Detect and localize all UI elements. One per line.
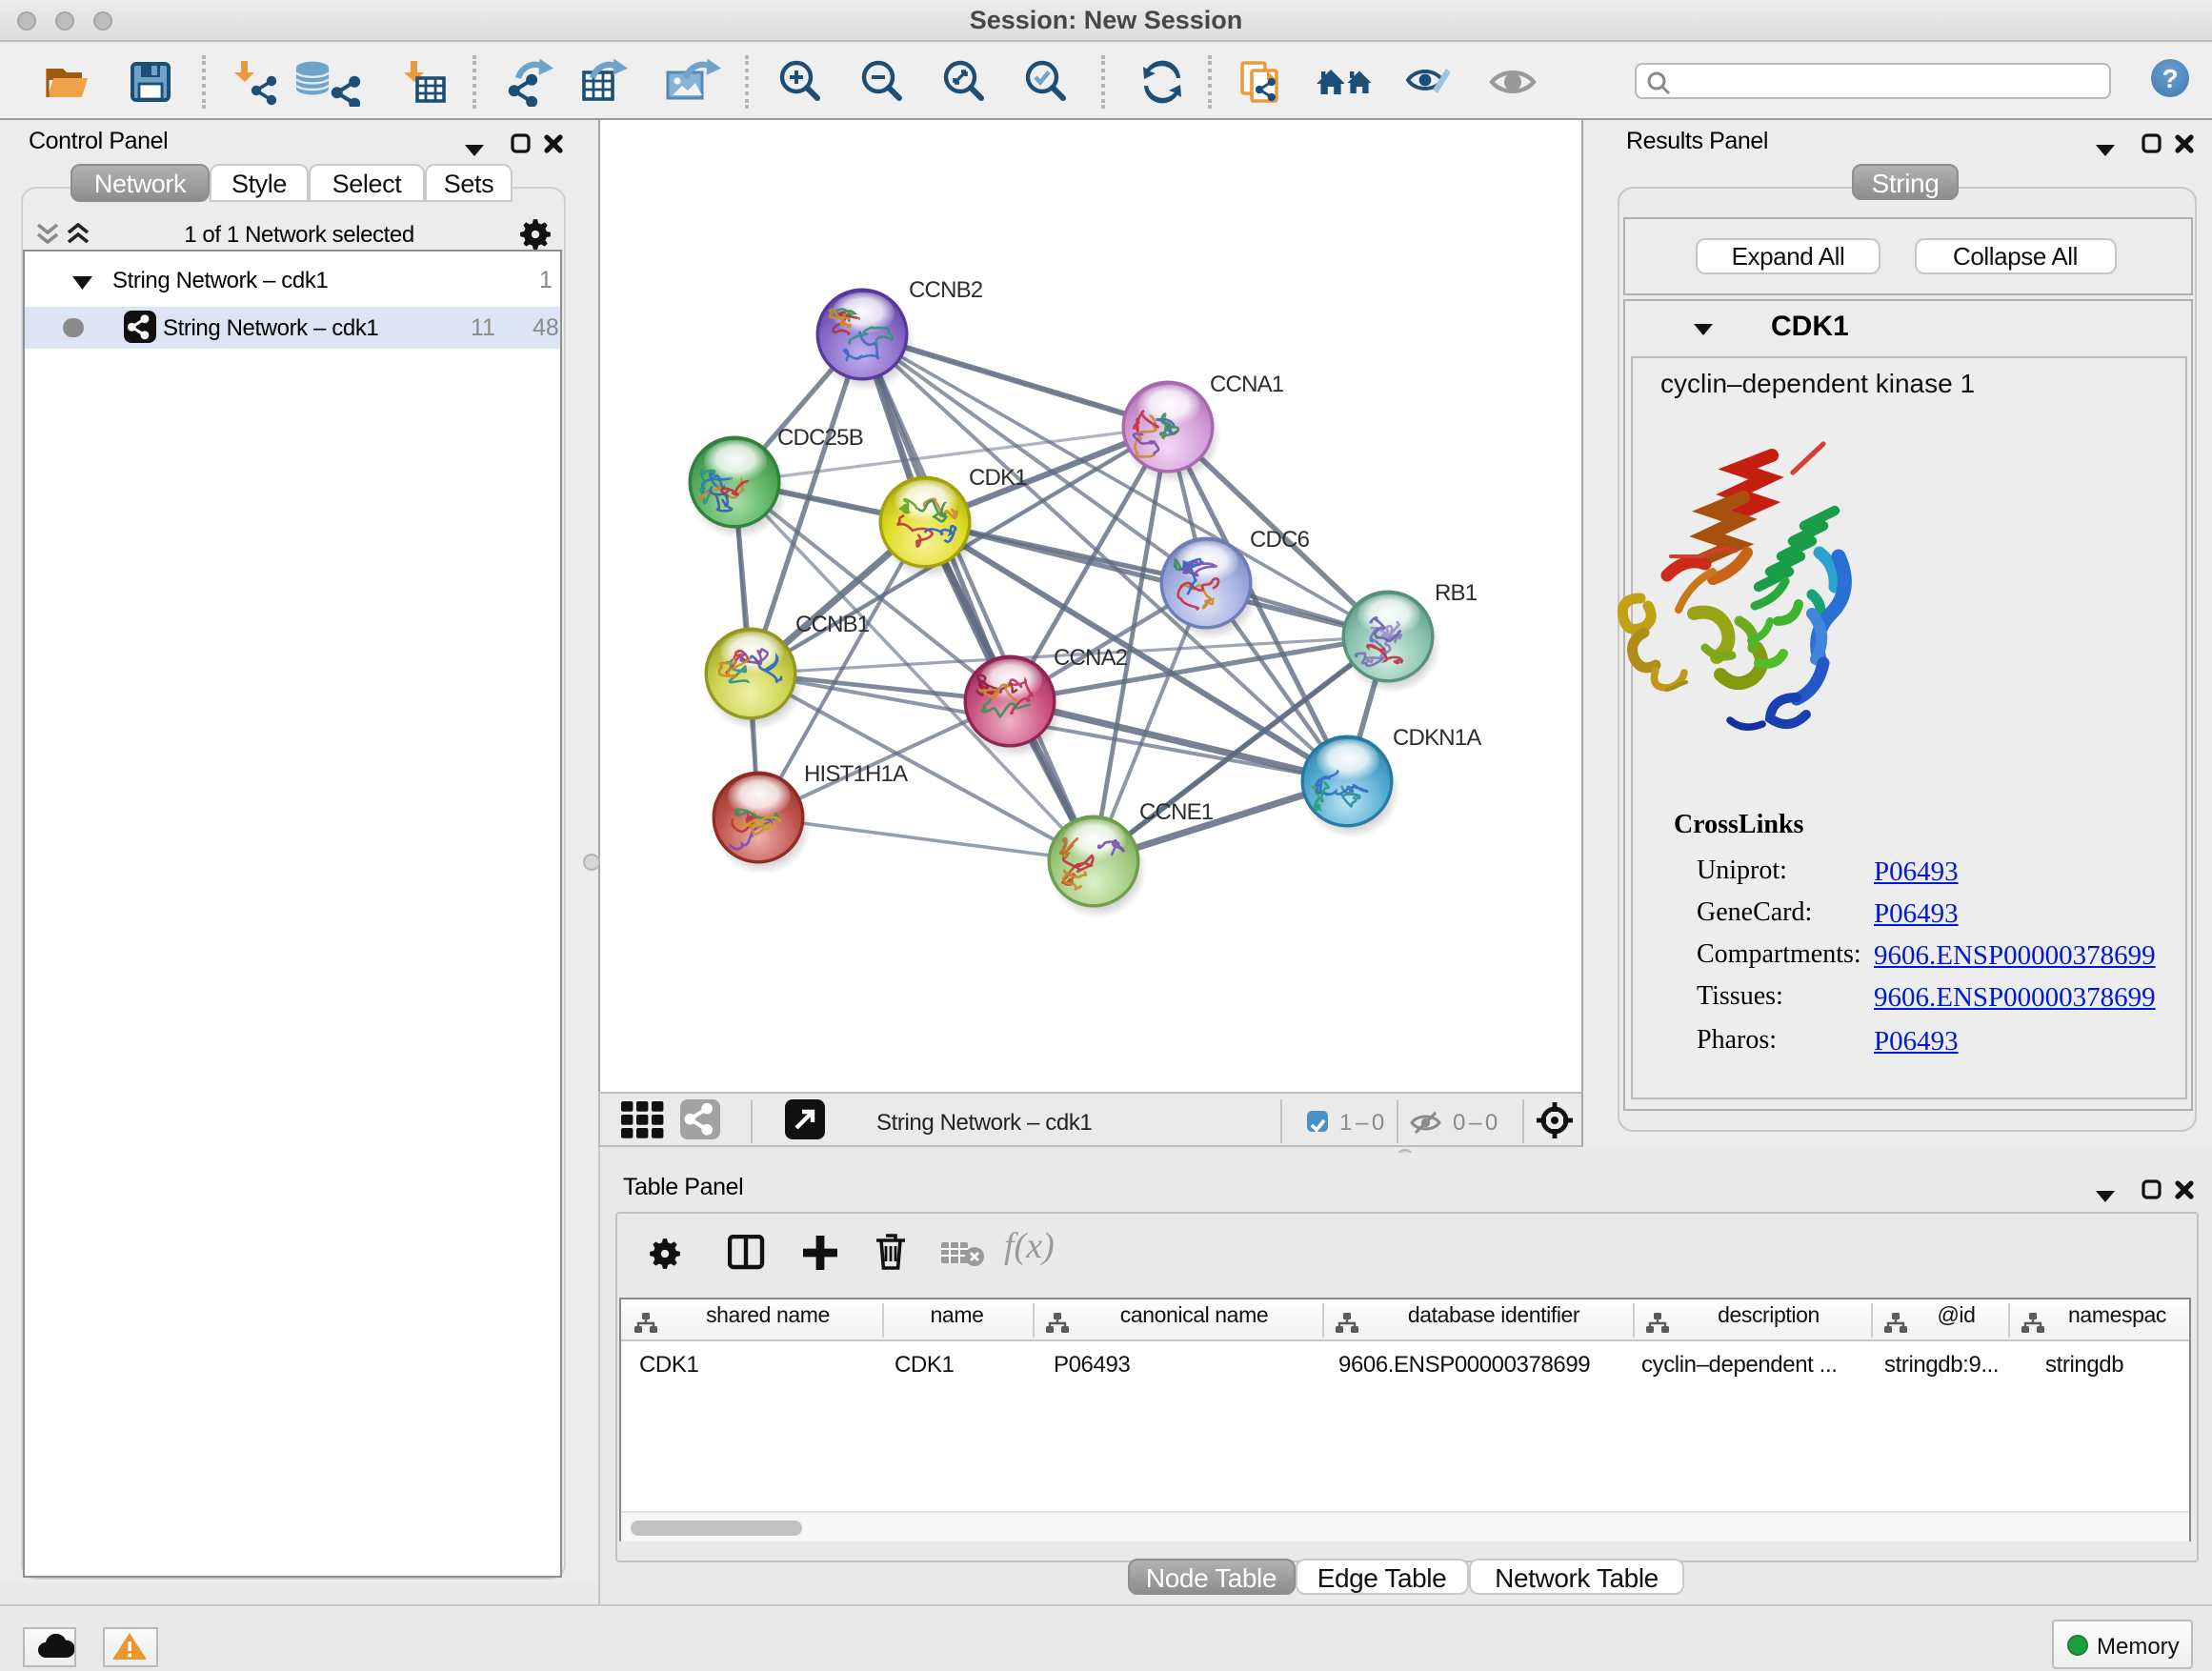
- svg-text:HIST1H1A: HIST1H1A: [804, 760, 908, 786]
- svg-text:CCNA2: CCNA2: [1054, 644, 1128, 670]
- svg-text:CCNA1: CCNA1: [1210, 371, 1284, 396]
- svg-text:CCNE1: CCNE1: [1139, 798, 1214, 824]
- svg-text:RB1: RB1: [1435, 579, 1478, 605]
- svg-text:CCNB2: CCNB2: [909, 276, 983, 302]
- svg-text:CDC6: CDC6: [1250, 526, 1310, 552]
- svg-text:CDC25B: CDC25B: [777, 424, 863, 450]
- svg-text:CDKN1A: CDKN1A: [1393, 724, 1481, 750]
- svg-text:CDK1: CDK1: [969, 464, 1027, 490]
- svg-text:CCNB1: CCNB1: [795, 611, 870, 636]
